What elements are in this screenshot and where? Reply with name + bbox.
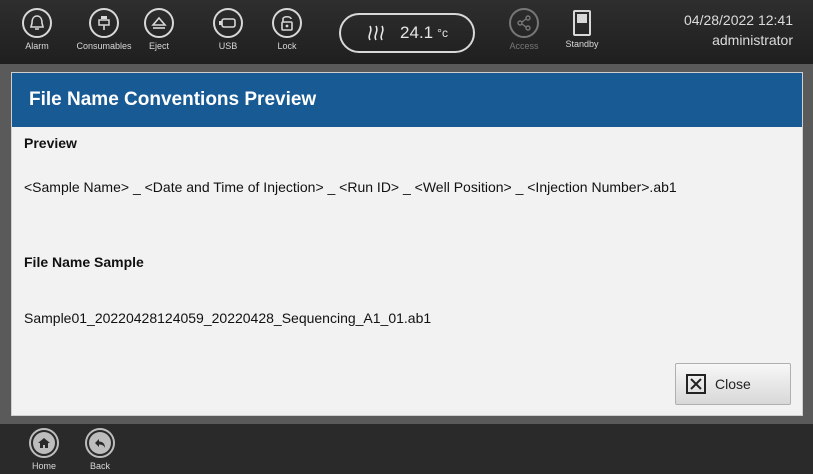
standby-button[interactable]: Standby [557,8,607,62]
access-label: Access [509,41,539,51]
consumables-button[interactable]: Consumables [72,8,136,62]
back-button[interactable]: Back [80,428,120,471]
top-toolbar: Alarm Consumables Eject USB Lock 24.1 °c [0,0,813,64]
close-button[interactable]: Close [675,363,791,405]
sample-text: Sample01_20220428124059_20220428_Sequenc… [24,310,432,326]
home-label: Home [31,461,56,471]
back-icon [89,432,111,454]
bottom-bar: Home Back [0,424,813,474]
lock-label: Lock [277,41,297,51]
dialog-title: File Name Conventions Preview [12,73,802,127]
heat-icon [366,20,388,47]
consumables-label: Consumables [76,41,132,51]
preview-text: <Sample Name> _ <Date and Time of Inject… [24,179,677,195]
usb-label: USB [218,41,238,51]
file-name-preview-dialog: File Name Conventions Preview Preview <S… [11,72,803,416]
home-icon-ring [29,428,59,458]
preview-heading: Preview [24,135,77,151]
bell-icon [22,8,52,38]
home-icon [33,432,55,454]
access-button[interactable]: Access [499,8,549,62]
user-name: administrator [712,32,793,48]
close-icon [686,374,706,394]
home-button[interactable]: Home [24,428,64,471]
lock-button[interactable]: Lock [262,8,312,62]
temperature-display: 24.1 °c [339,13,475,53]
share-icon [509,8,539,38]
alarm-button[interactable]: Alarm [12,8,62,62]
standby-label: Standby [565,39,599,49]
close-label: Close [715,376,751,392]
eject-icon [144,8,174,38]
standby-icon [573,10,591,36]
lock-icon [272,8,302,38]
temperature-value: 24.1 [400,23,434,42]
back-icon-ring [85,428,115,458]
temperature-unit: °c [437,26,448,40]
sample-heading: File Name Sample [24,254,144,270]
alarm-label: Alarm [25,41,49,51]
status-info: 04/28/2022 12:41 administrator [684,10,793,50]
eject-label: Eject [148,41,169,51]
datetime: 04/28/2022 12:41 [684,12,793,28]
usb-icon [213,8,243,38]
eject-button[interactable]: Eject [134,8,184,62]
consumables-icon [89,8,119,38]
back-label: Back [89,461,110,471]
usb-button[interactable]: USB [203,8,253,62]
